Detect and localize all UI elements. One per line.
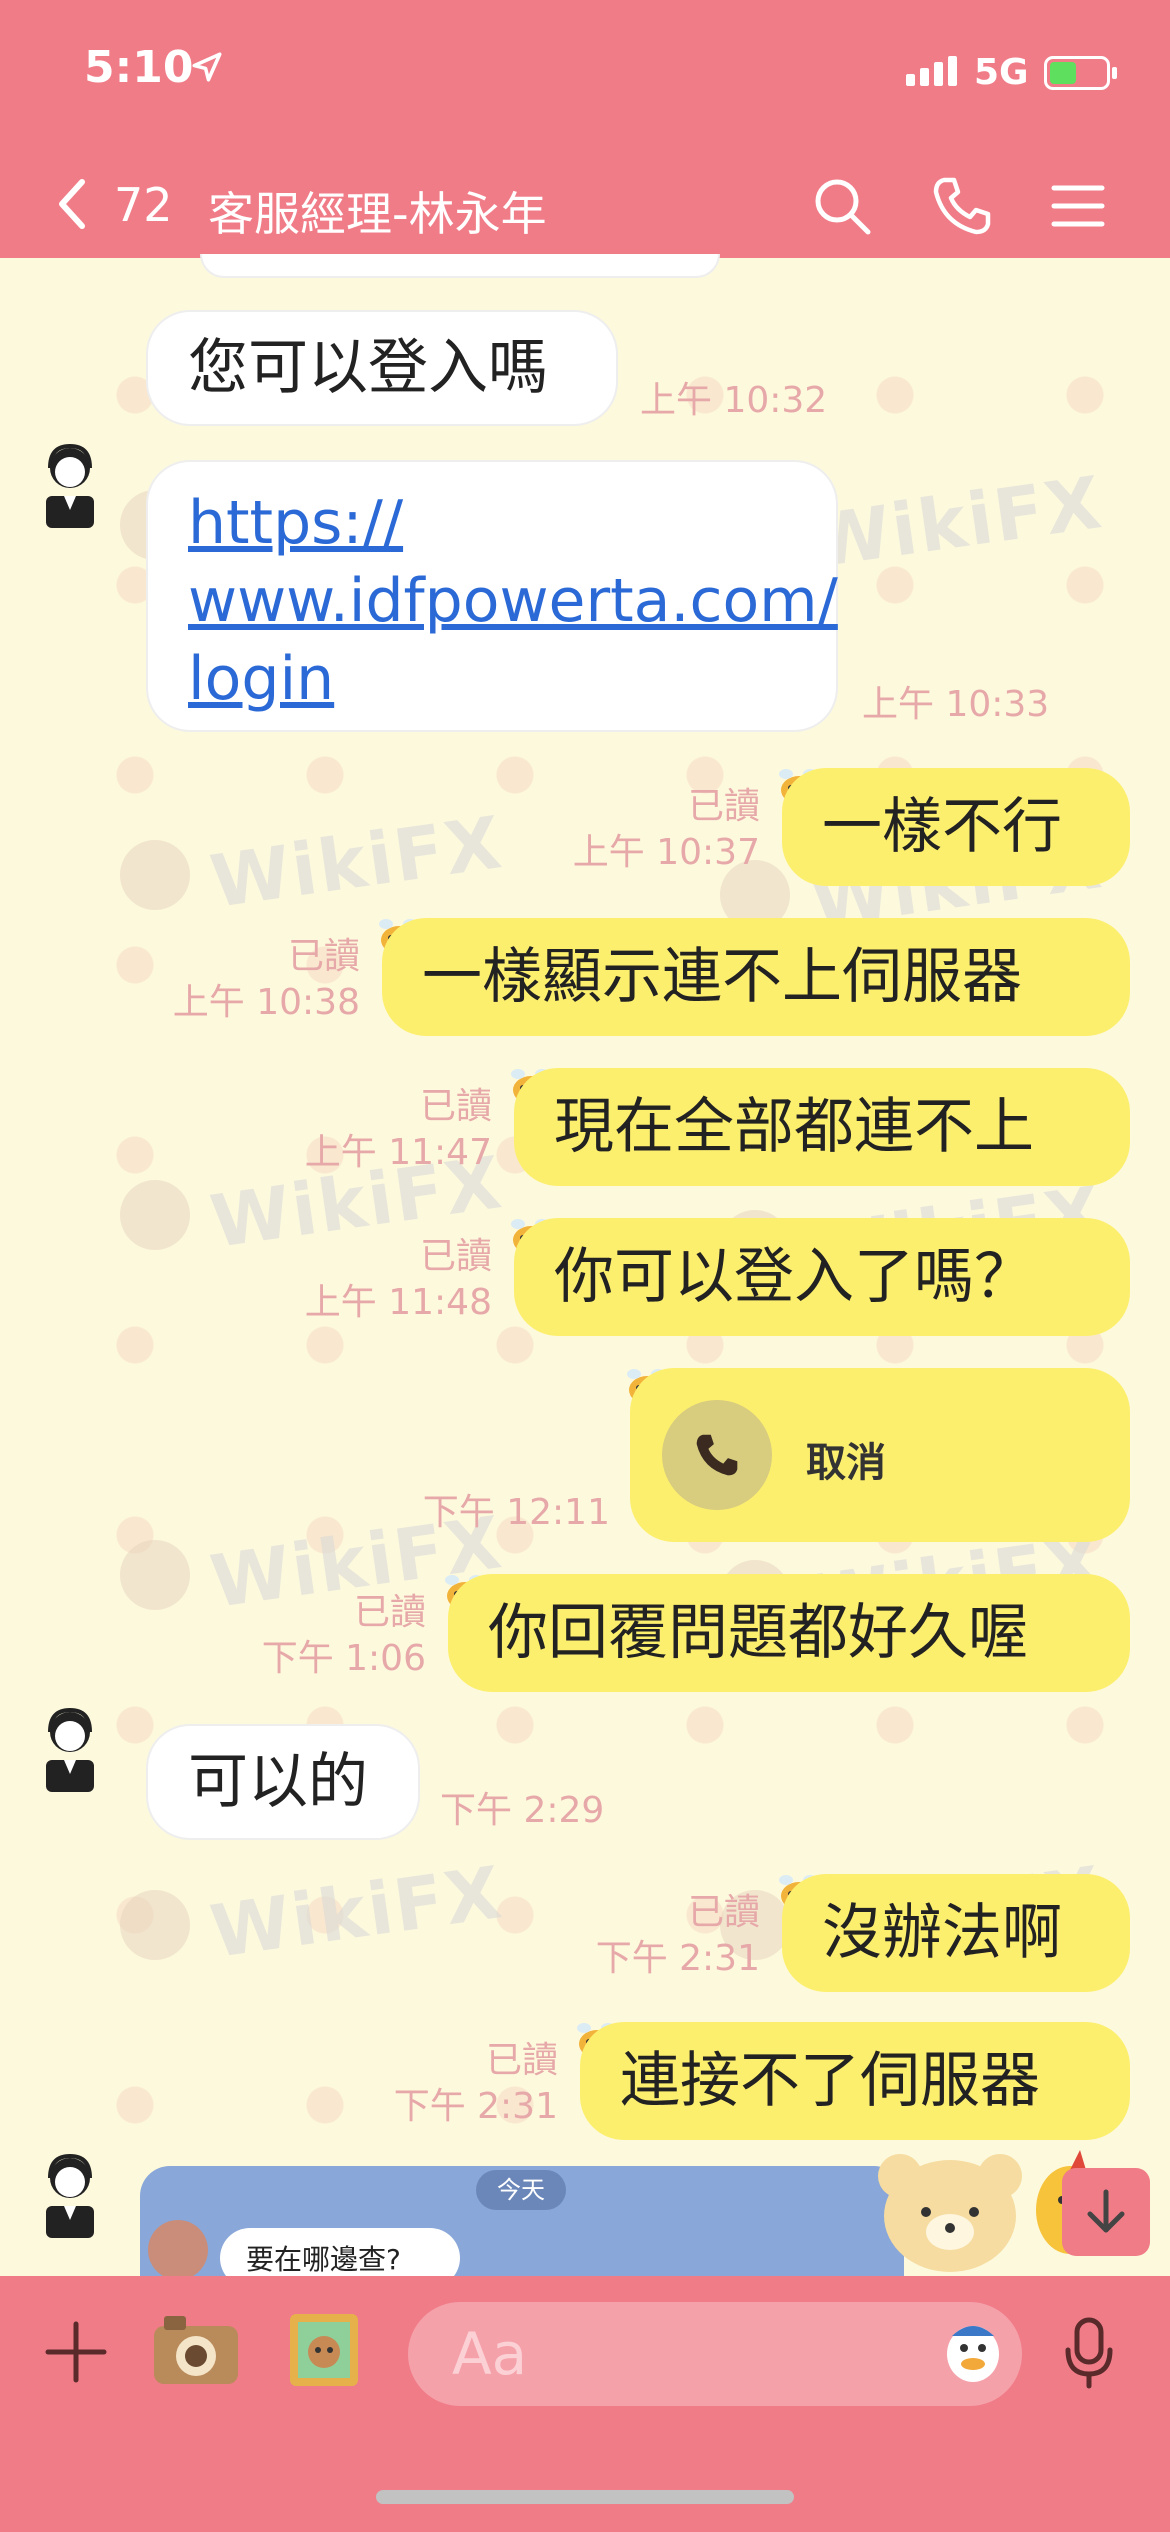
message-time: 上午 11:48 [304, 1282, 492, 1323]
message-text: 現在全部都連不上 [554, 1092, 1034, 1162]
outgoing-message-bubble[interactable]: 一樣顯示連不上伺服器 [382, 918, 1130, 1036]
outgoing-message-bubble[interactable]: 你回覆問題都好久喔 [448, 1574, 1130, 1692]
arrow-down-icon [1087, 2189, 1125, 2233]
date-separator: 今天 [476, 2170, 566, 2210]
message-time: 下午 2:29 [440, 1790, 605, 1831]
message-text: 連接不了伺服器 [620, 2046, 1040, 2116]
status-time: 5:10 [84, 42, 194, 93]
watermark-logo [120, 1890, 190, 1960]
scroll-to-bottom-button[interactable] [1062, 2168, 1150, 2256]
message-time: 上午 10:33 [862, 684, 1050, 725]
partial-message-bubble [200, 254, 720, 278]
message-time: 下午 2:31 [393, 2086, 558, 2127]
read-receipt: 已讀 [287, 936, 360, 977]
emoji-sticker-icon[interactable] [938, 2316, 1008, 2390]
link-text-line[interactable]: login [188, 640, 796, 718]
agent-avatar-icon[interactable] [34, 1704, 106, 1794]
read-receipt: 已讀 [687, 786, 760, 827]
read-receipt: 已讀 [419, 1236, 492, 1277]
message-time: 上午 10:37 [572, 832, 760, 873]
microphone-icon[interactable] [1062, 2316, 1116, 2390]
menu-icon[interactable] [1046, 174, 1110, 238]
message-time: 下午 1:06 [261, 1638, 426, 1679]
message-time: 下午 2:31 [595, 1938, 760, 1979]
plus-icon[interactable] [44, 2320, 108, 2384]
camera-icon[interactable] [150, 2310, 242, 2390]
bear-sticker-icon [878, 2154, 1022, 2272]
home-indicator [376, 2490, 794, 2504]
search-icon[interactable] [810, 174, 874, 238]
message-time: 上午 10:32 [640, 380, 828, 421]
back-chevron-icon[interactable] [54, 176, 90, 232]
message-time: 上午 11:47 [304, 1132, 492, 1173]
watermark-logo [120, 1540, 190, 1610]
message-text: 你回覆問題都好久喔 [488, 1598, 1028, 1668]
incoming-link-bubble[interactable]: https:// www.idfpowerta.com/ login [146, 460, 838, 732]
message-text: 一樣顯示連不上伺服器 [422, 942, 1022, 1012]
read-receipt: 已讀 [353, 1592, 426, 1633]
message-time: 下午 12:11 [422, 1492, 610, 1533]
read-receipt: 已讀 [687, 1892, 760, 1933]
link-text-line[interactable]: https:// [188, 484, 796, 562]
outgoing-message-bubble[interactable]: 沒辦法啊 [782, 1874, 1130, 1992]
agent-avatar-icon[interactable] [34, 440, 106, 530]
watermark-logo [120, 1180, 190, 1250]
call-status-label: 取消 [806, 1440, 886, 1486]
chat-title[interactable]: 客服經理-林永年 [208, 178, 547, 244]
read-receipt: 已讀 [419, 1086, 492, 1127]
photo-gallery-icon[interactable] [286, 2310, 362, 2390]
message-text: 沒辦法啊 [822, 1898, 1062, 1968]
phone-icon [696, 1434, 738, 1476]
battery-icon [1044, 56, 1117, 90]
outgoing-message-bubble[interactable]: 一樣不行 [782, 768, 1130, 886]
link-text-line[interactable]: www.idfpowerta.com/ [188, 562, 838, 640]
phone-call-icon[interactable] [930, 174, 994, 238]
message-text: 一樣不行 [822, 792, 1062, 862]
read-receipt: 已讀 [485, 2040, 558, 2081]
incoming-message-bubble[interactable]: 可以的 [146, 1724, 420, 1840]
outgoing-message-bubble[interactable]: 你可以登入了嗎？ [514, 1218, 1130, 1336]
watermark-logo [120, 840, 190, 910]
agent-avatar-icon[interactable] [34, 2150, 106, 2240]
incoming-message-bubble[interactable]: 您可以登入嗎 [146, 310, 618, 426]
outgoing-message-bubble[interactable]: 現在全部都連不上 [514, 1068, 1130, 1186]
message-text: 您可以登入嗎 [188, 333, 548, 403]
unread-count[interactable]: 72 [114, 178, 173, 232]
network-type: 5G [974, 52, 1029, 93]
message-text: 可以的 [188, 1747, 368, 1817]
preview-text: 要在哪邊查? [246, 2243, 401, 2276]
outgoing-message-bubble[interactable]: 連接不了伺服器 [580, 2022, 1130, 2140]
location-arrow-icon [192, 52, 222, 82]
cellular-signal-icon [906, 56, 962, 86]
message-text: 你可以登入了嗎？ [554, 1242, 1034, 1312]
preview-avatar [148, 2220, 208, 2280]
message-input-placeholder: Aa [452, 2320, 528, 2388]
message-time: 上午 10:38 [172, 982, 360, 1023]
